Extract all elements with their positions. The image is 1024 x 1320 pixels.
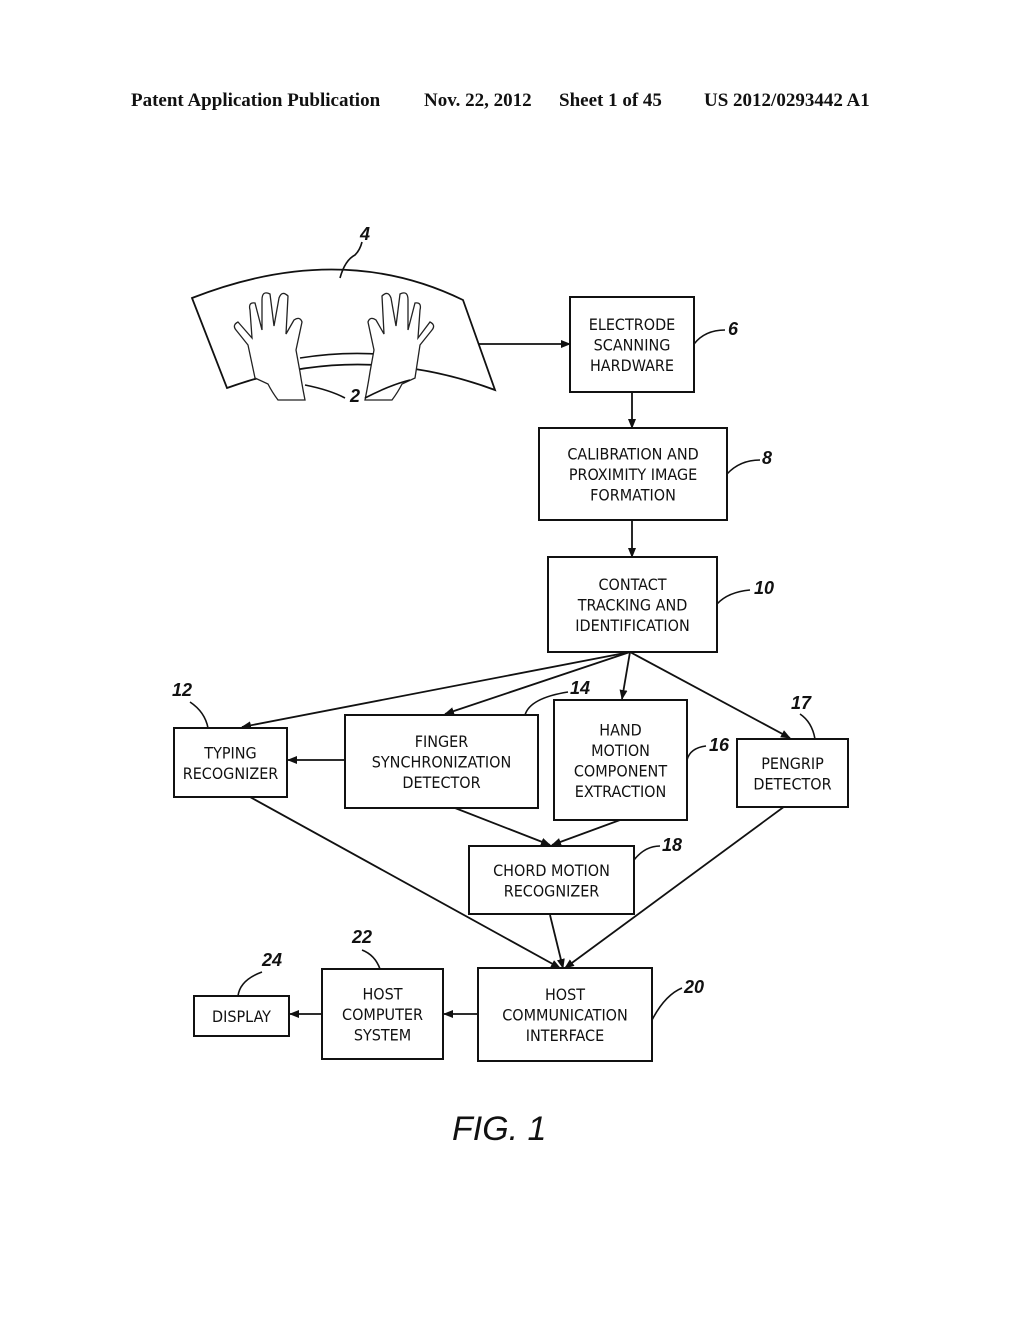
contact-leader-line <box>716 589 751 605</box>
hand-to-chord-arrow <box>551 819 621 846</box>
contact-label-line: CONTACT <box>598 575 666 594</box>
hostcomp-label-line: SYSTEM <box>354 1026 411 1045</box>
hostcomm-leader-line <box>651 987 683 1021</box>
hand-label-line: EXTRACTION <box>575 782 667 801</box>
finger-ref-numeral: 14 <box>570 678 590 698</box>
hand-block: HAND MOTIONCOMPONENT EXTRACTION 16 <box>553 699 730 821</box>
typing-leader-line <box>189 701 209 729</box>
hand-label-line: COMPONENT <box>574 761 667 780</box>
hostcomm-block: HOST COMMUNICATIONINTERFACE 20 <box>477 967 704 1062</box>
electrode-block: ELECTRODE SCANNINGHARDWARE 6 <box>569 296 739 393</box>
electrode-label-line: SCANNING <box>594 336 671 355</box>
chord-to-hostcomm-arrow <box>549 914 565 969</box>
display-leader-line <box>237 971 263 997</box>
electrode-ref-numeral: 6 <box>728 319 739 339</box>
hostcomm-label-line: COMMUNICATION <box>502 1006 628 1025</box>
chord-label-line: CHORD MOTION <box>493 861 610 880</box>
finger-label-line: SYNCHRONIZATION <box>372 753 512 772</box>
contact-to-hand-arrow <box>619 651 631 700</box>
finger-label-line: DETECTOR <box>402 773 480 792</box>
hostcomm-label-line: INTERFACE <box>526 1026 604 1045</box>
hand-box <box>553 699 688 821</box>
hostcomm-label-line: HOST <box>545 985 585 1004</box>
hostcomp-label-line: COMPUTER <box>342 1005 423 1024</box>
hand-ref-numeral: 16 <box>709 735 730 755</box>
calibration-block: CALIBRATION ANDPROXIMITY IMAGE FORMATION 8 <box>538 427 772 521</box>
typing-label-line: RECOGNIZER <box>183 764 279 783</box>
chord-box <box>468 845 635 915</box>
pengrip-block: PENGRIPDETECTOR 17 <box>736 693 849 808</box>
hostcomm-ref-numeral: 20 <box>683 977 704 997</box>
pengrip-ref-numeral: 17 <box>791 693 812 713</box>
hand-label-line: HAND <box>599 720 642 739</box>
display-label-line: DISPLAY <box>212 1007 271 1026</box>
hands-ref: 2 <box>349 386 360 406</box>
chord-label-line: RECOGNIZER <box>504 881 600 900</box>
hand-leader-line <box>686 745 707 761</box>
electrode-leader-line <box>693 329 726 345</box>
figure-caption: FIG. 1 <box>452 1110 546 1148</box>
chord-leader-line <box>633 845 661 861</box>
typing-ref-numeral: 12 <box>172 680 192 700</box>
typing-block: TYPING RECOGNIZER 12 <box>172 680 288 798</box>
calibration-label-line: CALIBRATION AND <box>567 445 698 464</box>
calibration-ref-numeral: 8 <box>762 448 772 468</box>
typing-box <box>173 727 288 798</box>
finger-label-line: FINGER <box>415 732 469 751</box>
contact-label-line: TRACKING AND <box>577 596 688 615</box>
contact-block: CONTACT TRACKING ANDIDENTIFICATION 10 <box>547 556 774 653</box>
pengrip-label-line: PENGRIP <box>761 754 824 773</box>
pengrip-leader-line <box>799 713 816 740</box>
calibration-label-line: FORMATION <box>590 486 676 505</box>
hostcomp-ref-numeral: 22 <box>351 927 372 947</box>
hostcomp-block: HOSTCOMPUTER SYSTEM 22 <box>321 927 444 1060</box>
hand-label-line: MOTION <box>591 741 650 760</box>
surface-ref: 4 <box>359 224 370 244</box>
contact-label-line: IDENTIFICATION <box>575 616 690 635</box>
display-block: DISPLAY 24 <box>193 950 290 1037</box>
electrode-label-line: ELECTRODE <box>589 315 676 334</box>
chord-block: CHORD MOTIONRECOGNIZER 18 <box>468 835 682 915</box>
block-diagram: 4 2 ELECTRODE SCANNINGHARDWARE 6 CALIBRATIO… <box>172 224 849 1148</box>
hostcomp-label-line: HOST <box>362 985 402 1004</box>
pengrip-box <box>736 738 849 808</box>
pengrip-label-line: DETECTOR <box>753 774 831 793</box>
contact-ref-numeral: 10 <box>754 578 774 598</box>
hostcomp-leader-line <box>361 949 381 970</box>
typing-label-line: TYPING <box>203 743 256 762</box>
touch-surface: 4 <box>190 224 497 392</box>
finger-to-chord-arrow <box>454 807 551 846</box>
calibration-leader-line <box>726 459 761 475</box>
chord-ref-numeral: 18 <box>662 835 682 855</box>
display-ref-numeral: 24 <box>261 950 282 970</box>
calibration-label-line: PROXIMITY IMAGE <box>569 465 697 484</box>
electrode-label-line: HARDWARE <box>590 356 674 375</box>
